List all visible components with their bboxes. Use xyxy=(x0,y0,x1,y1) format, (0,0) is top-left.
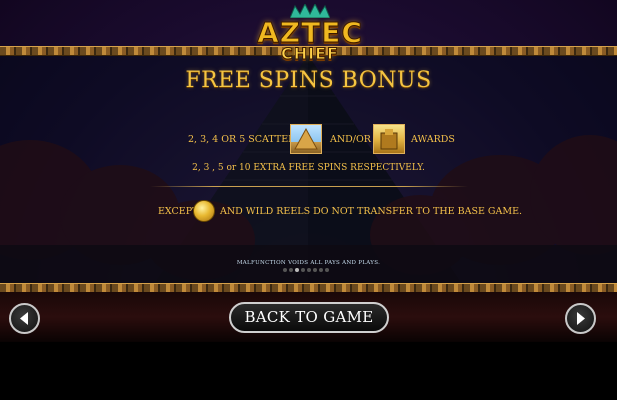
logo-text-chief: CHIEF xyxy=(281,44,339,64)
pyramid-scatter-symbol-icon xyxy=(290,124,322,154)
page-dot[interactable] xyxy=(283,268,287,272)
page-dot[interactable] xyxy=(319,268,323,272)
rule-line-1-suffix: AWARDS xyxy=(411,134,455,145)
page-dot-active[interactable] xyxy=(295,268,299,272)
previous-page-button[interactable] xyxy=(9,303,40,334)
page-dot[interactable] xyxy=(313,268,317,272)
page-dot[interactable] xyxy=(325,268,329,272)
malfunction-disclaimer: MALFUNCTION VOIDS ALL PAYS AND PLAYS. xyxy=(236,260,381,266)
rule-line-3-suffix: AND WILD REELS DO NOT TRANSFER TO THE BA… xyxy=(220,206,523,217)
page-dot[interactable] xyxy=(307,268,311,272)
game-logo: AZTEC CHIEF xyxy=(240,4,380,64)
page-indicator xyxy=(283,268,333,274)
rule-line-1: 2, 3, 4 OR 5 SCATTERED AND/OR AWARDS xyxy=(0,124,617,156)
page-title: FREE SPINS BONUS xyxy=(185,68,432,93)
divider xyxy=(150,186,468,187)
arrow-left-icon xyxy=(20,312,28,325)
back-to-game-button[interactable]: BACK TO GAME xyxy=(229,302,389,333)
bottom-black-area xyxy=(0,342,617,400)
temple-scatter-symbol-icon xyxy=(373,124,405,154)
rule-line-2: 2, 3 , 5 or 10 EXTRA FREE SPINS RESPECTI… xyxy=(192,163,425,173)
arrow-right-icon xyxy=(577,312,585,325)
next-page-button[interactable] xyxy=(565,303,596,334)
page-dot[interactable] xyxy=(289,268,293,272)
rule-line-1-middle: AND/OR xyxy=(330,134,371,145)
gold-coin-symbol-icon xyxy=(193,200,215,222)
page-dot[interactable] xyxy=(301,268,305,272)
rule-line-3: EXCEPT AND WILD REELS DO NOT TRANSFER TO… xyxy=(0,200,617,224)
